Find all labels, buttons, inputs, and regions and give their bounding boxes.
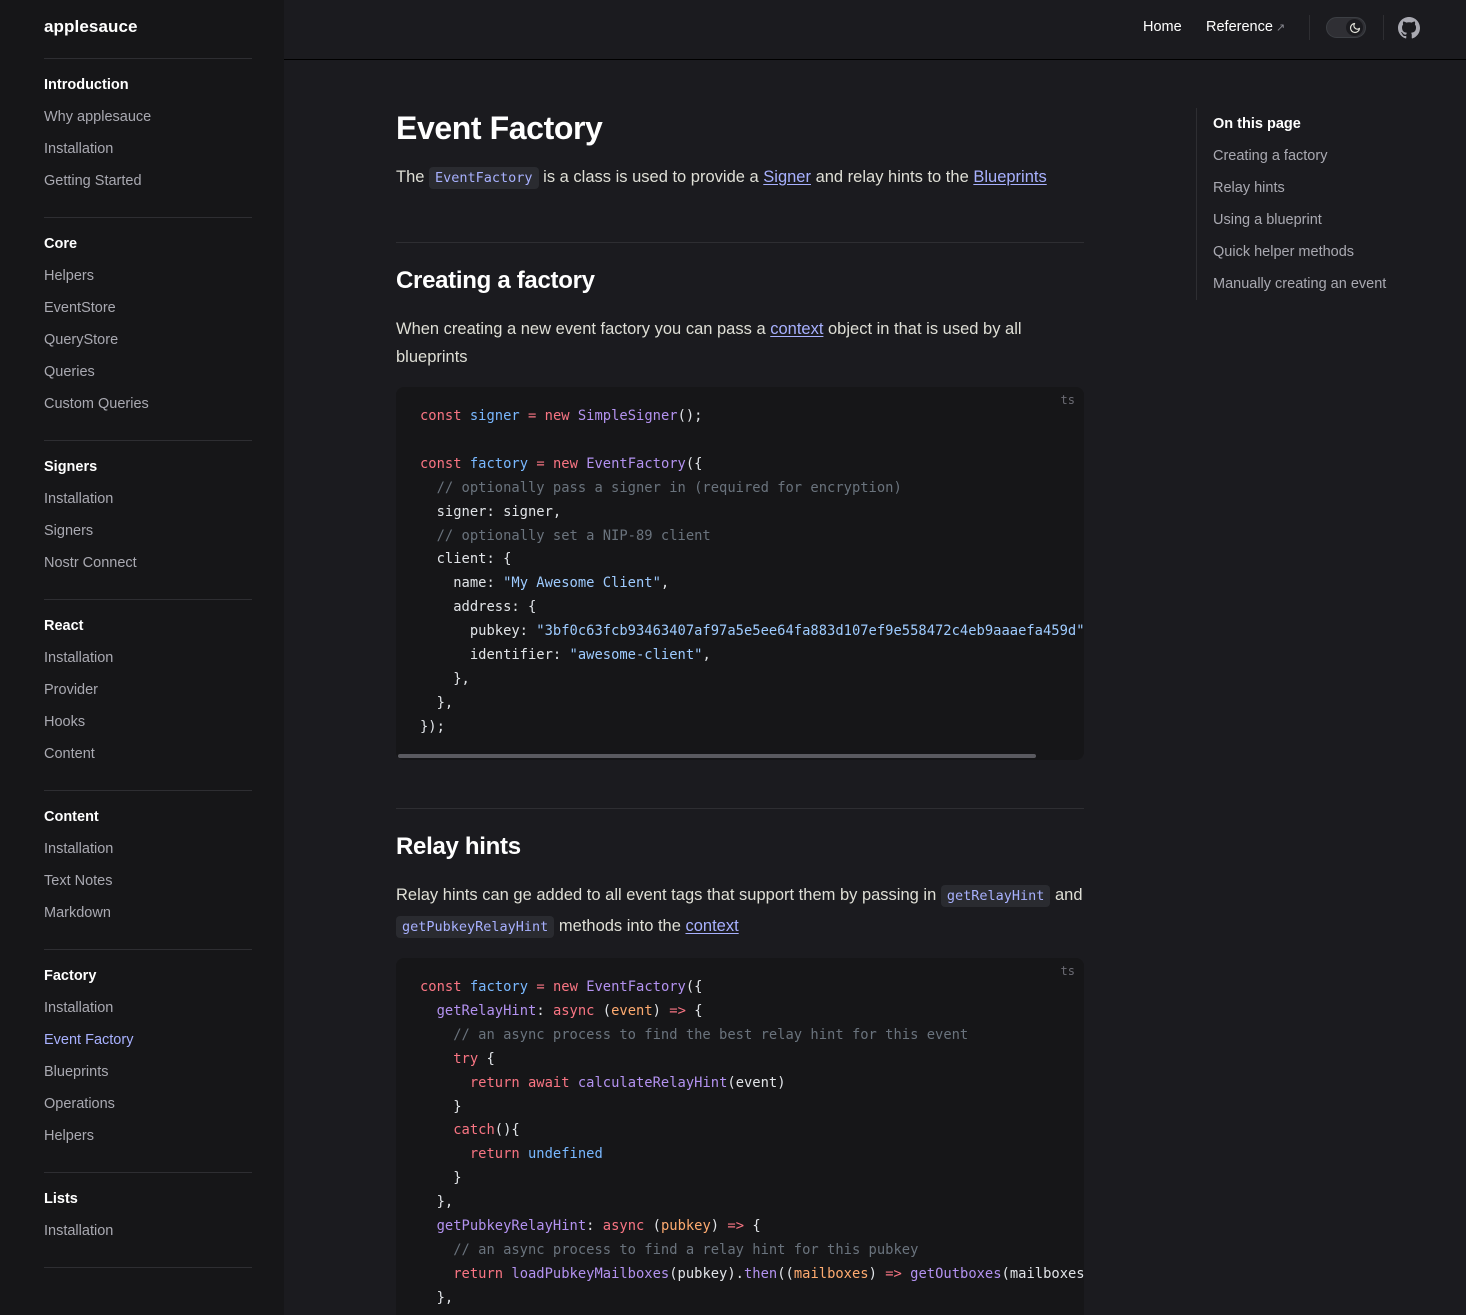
theme-toggle[interactable] <box>1326 17 1366 38</box>
outline-list: Creating a factory Relay hints Using a blu… <box>1213 140 1426 300</box>
sidebar-group-lists: Lists Installation <box>44 1173 252 1268</box>
sidebar-item-nostr-connect[interactable]: Nostr Connect <box>44 553 252 585</box>
signer-link[interactable]: Signer <box>763 168 811 186</box>
sidebar-item-hooks[interactable]: Hooks <box>44 712 252 744</box>
sidebar-item-installation[interactable]: Installation <box>44 839 252 871</box>
sidebar-item-custom-queries[interactable]: Custom Queries <box>44 394 252 426</box>
sidebar-item-installation[interactable]: Installation <box>44 489 252 521</box>
outline-item-relay-hints[interactable]: Relay hints <box>1213 172 1426 204</box>
sidebar-group-content: Content Installation Text Notes Markdown <box>44 791 252 950</box>
sidebar-item-why-applesauce[interactable]: Why applesauce <box>44 107 252 139</box>
heading-relay-hints: Relay hints <box>396 833 521 860</box>
sidebar-group-title[interactable]: Content <box>44 807 252 827</box>
brand-logo[interactable]: applesauce <box>44 17 138 37</box>
intro-text: The <box>396 168 430 186</box>
heading-creating-a-factory: Creating a factory <box>396 267 595 294</box>
code-block-relay-hints[interactable]: ts const factory = new EventFactory({ ge… <box>396 958 1084 1315</box>
outline-item-using-a-blueprint[interactable]: Using a blueprint <box>1213 204 1426 236</box>
sidebar-item-getting-started[interactable]: Getting Started <box>44 171 252 203</box>
outline-item-manually-creating-an-event[interactable]: Manually creating an event <box>1213 268 1426 300</box>
code-lang-label: ts <box>1060 393 1075 407</box>
sidebar-item-helpers[interactable]: Helpers <box>44 1126 252 1158</box>
moon-icon <box>1346 19 1363 36</box>
sidebar-group-title[interactable]: Signers <box>44 457 252 477</box>
sidebar-item-installation[interactable]: Installation <box>44 648 252 680</box>
code-lang-label: ts <box>1060 964 1075 978</box>
blueprints-link[interactable]: Blueprints <box>973 168 1046 186</box>
para-text: Relay hints can ge added to all event ta… <box>396 886 941 904</box>
section-divider <box>396 808 1084 809</box>
context-link[interactable]: context <box>770 320 823 338</box>
intro-text: and relay hints to the <box>810 168 974 186</box>
inline-code-getpubkeyrelayhint: getPubkeyRelayHint <box>396 916 555 938</box>
nav-home-link[interactable]: Home <box>1143 19 1182 35</box>
sidebar-group-introduction: Introduction Why applesauce Installation Ge… <box>44 59 252 218</box>
sidebar-group-title[interactable]: Core <box>44 234 252 254</box>
intro-text: is a class is used to provide a <box>538 168 764 186</box>
sidebar-group-react: React Installation Provider Hooks Content <box>44 600 252 791</box>
code-content: const factory = new EventFactory({ getRe… <box>420 979 1084 1306</box>
sidebar-item-signers[interactable]: Signers <box>44 521 252 553</box>
sidebar-item-queries[interactable]: Queries <box>44 362 252 394</box>
inline-code-eventfactory: EventFactory <box>429 167 539 189</box>
code-horizontal-scrollbar[interactable] <box>398 754 1036 758</box>
sidebar-group-title[interactable]: Factory <box>44 966 252 986</box>
sidebar-item-installation[interactable]: Installation <box>44 139 252 171</box>
sidebar-item-text-notes[interactable]: Text Notes <box>44 871 252 903</box>
outline-item-creating-a-factory[interactable]: Creating a factory <box>1213 140 1426 172</box>
sidebar-item-event-factory[interactable]: Event Factory <box>44 1030 252 1062</box>
nav-divider <box>1309 15 1310 40</box>
page-outline: On this page Creating a factory Relay hin… <box>1196 108 1426 300</box>
intro-paragraph: The EventFactory is a class is used to p… <box>396 163 1084 192</box>
sidebar-item-installation[interactable]: Installation <box>44 998 252 1030</box>
nav-reference-label: Reference <box>1206 19 1273 35</box>
outline-title: On this page <box>1213 116 1301 132</box>
sidebar-nav: Introduction Why applesauce Installation Ge… <box>44 59 252 1268</box>
sidebar-item-helpers[interactable]: Helpers <box>44 266 252 298</box>
creating-factory-paragraph: When creating a new event factory you ca… <box>396 315 1084 371</box>
para-text: methods into the <box>554 917 686 935</box>
sidebar-group-title[interactable]: Lists <box>44 1189 252 1209</box>
sidebar-item-content[interactable]: Content <box>44 744 252 776</box>
context-link[interactable]: context <box>685 917 738 935</box>
nav-divider <box>1383 15 1384 40</box>
sidebar-group-title[interactable]: Introduction <box>44 75 252 95</box>
section-divider <box>396 242 1084 243</box>
sidebar: applesauce Introduction Why applesauce Ins… <box>0 0 284 1315</box>
relay-hints-paragraph: Relay hints can ge added to all event ta… <box>396 880 1084 942</box>
para-text: and <box>1050 886 1083 904</box>
code-content: const signer = new SimpleSigner(); const… <box>420 408 1084 735</box>
external-link-icon: ↗ <box>1275 22 1286 34</box>
sidebar-group-factory: Factory Installation Event Factory Blueprin… <box>44 950 252 1173</box>
sidebar-group-title[interactable]: React <box>44 616 252 636</box>
code-block-creating-factory[interactable]: ts const signer = new SimpleSigner(); co… <box>396 387 1084 760</box>
sidebar-item-blueprints[interactable]: Blueprints <box>44 1062 252 1094</box>
github-icon[interactable] <box>1398 17 1420 39</box>
sidebar-item-installation[interactable]: Installation <box>44 1221 252 1253</box>
inline-code-getrelayhint: getRelayHint <box>940 885 1051 907</box>
page-title: Event Factory <box>396 110 603 146</box>
top-nav: Home Reference ↗ <box>284 0 1466 60</box>
sidebar-group-signers: Signers Installation Signers Nostr Connect <box>44 441 252 600</box>
sidebar-item-provider[interactable]: Provider <box>44 680 252 712</box>
sidebar-group-core: Core Helpers EventStore QueryStore Queries Cu… <box>44 218 252 441</box>
sidebar-item-markdown[interactable]: Markdown <box>44 903 252 935</box>
nav-reference-link[interactable]: Reference ↗ <box>1206 19 1285 35</box>
outline-item-quick-helper-methods[interactable]: Quick helper methods <box>1213 236 1426 268</box>
sidebar-item-eventstore[interactable]: EventStore <box>44 298 252 330</box>
para-text: When creating a new event factory you ca… <box>396 320 771 338</box>
sidebar-item-operations[interactable]: Operations <box>44 1094 252 1126</box>
sidebar-item-querystore[interactable]: QueryStore <box>44 330 252 362</box>
